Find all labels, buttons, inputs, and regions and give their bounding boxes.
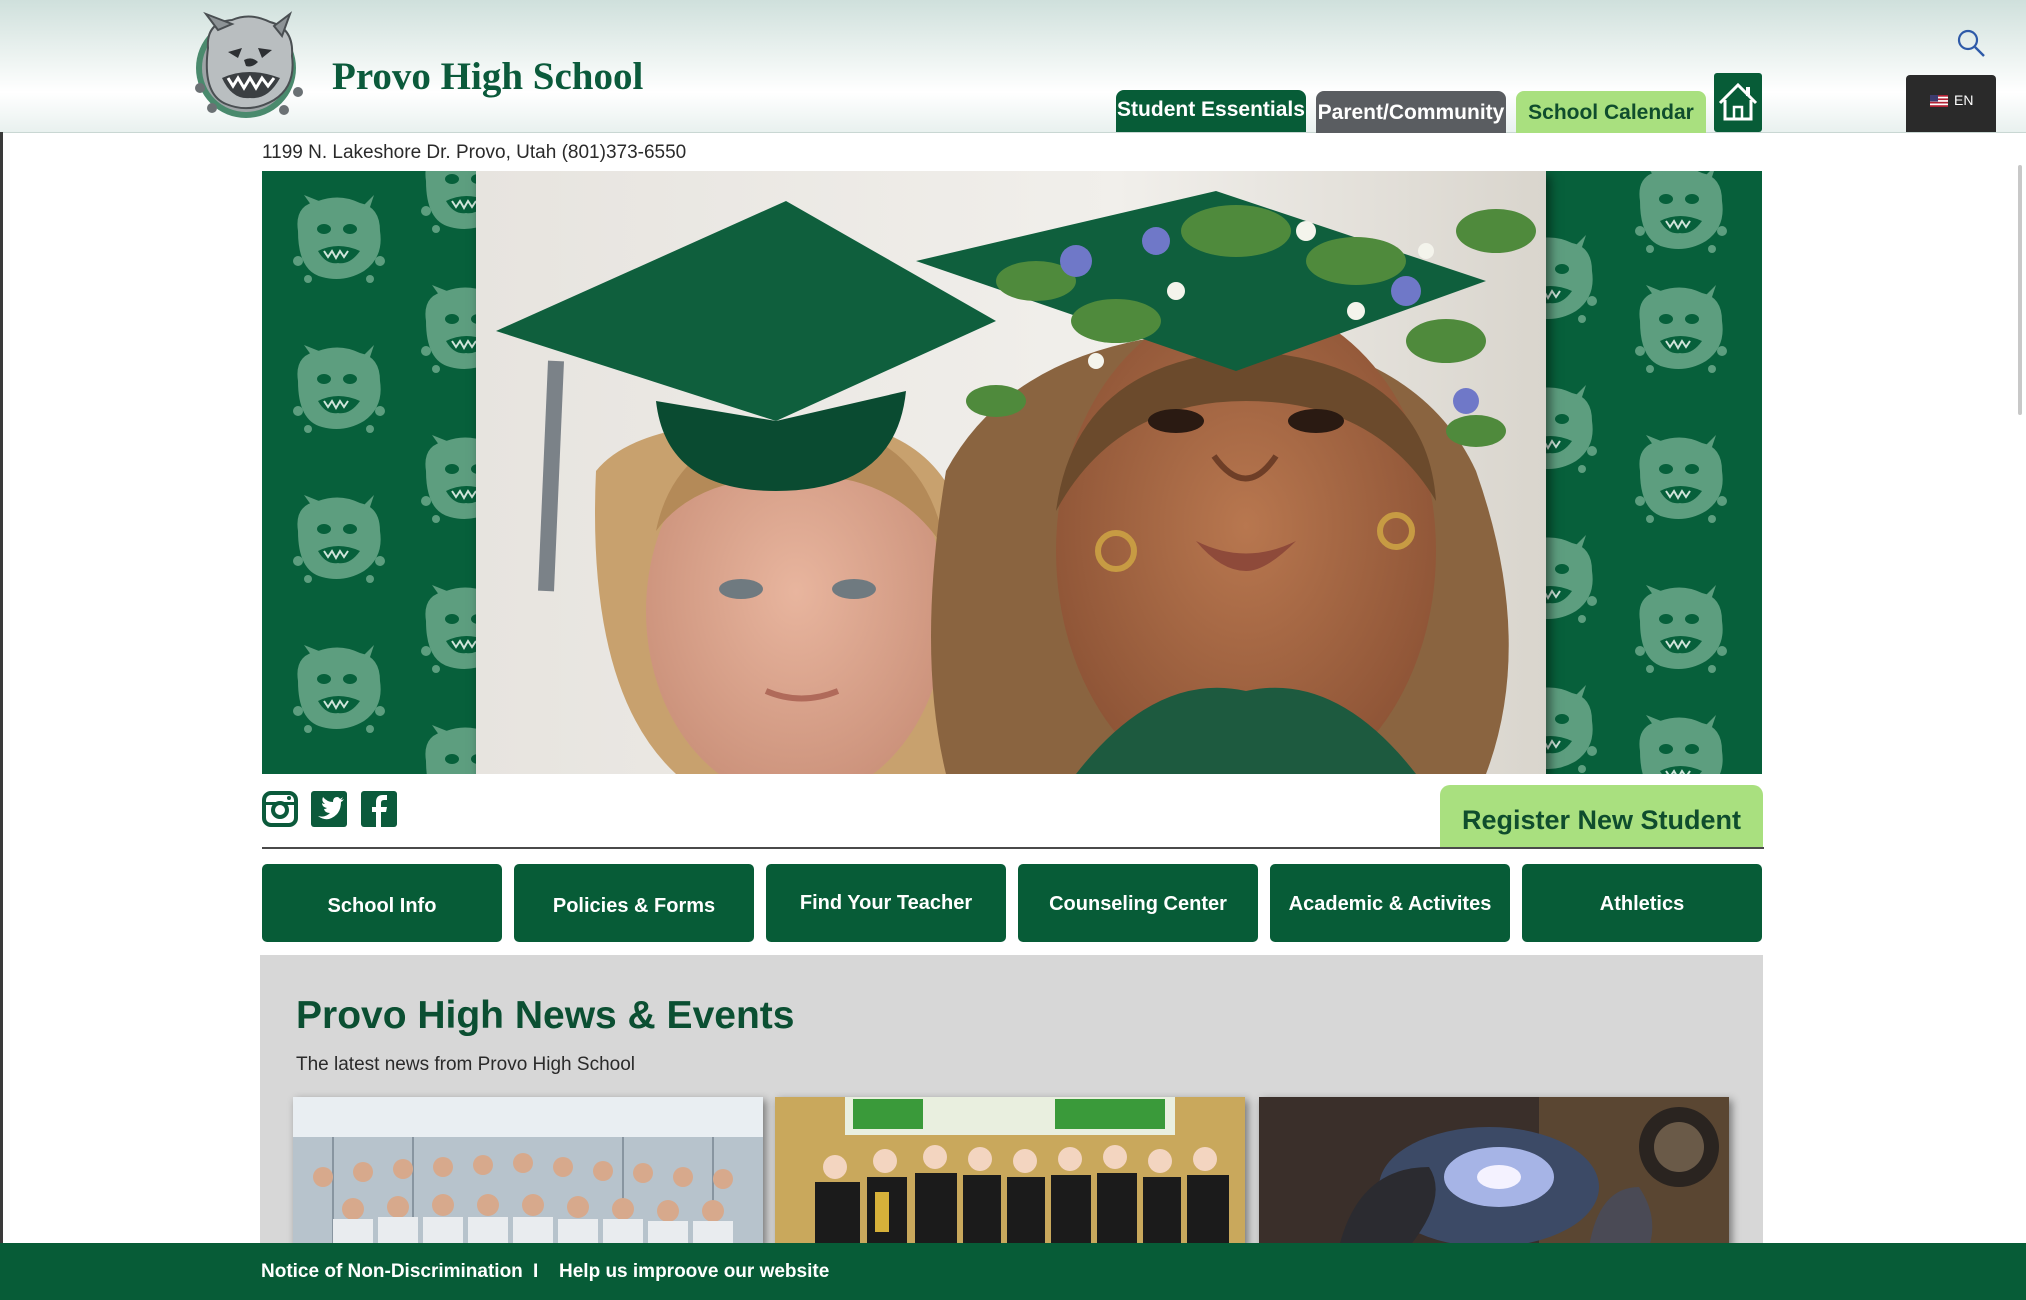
quick-link-athletics[interactable]: Athletics [1522, 864, 1762, 942]
scrollbar-thumb[interactable] [2018, 165, 2022, 415]
school-address: 1199 N. Lakeshore Dr. Provo, Utah (801)3… [262, 142, 687, 163]
bulldog-pattern-right [1546, 171, 1728, 774]
nav-tab-student-essentials[interactable]: Student Essentials [1116, 90, 1306, 132]
quick-link-academic-activities[interactable]: Academic & Activites [1270, 864, 1510, 942]
news-subheading: The latest news from Provo High School [296, 1054, 635, 1075]
news-card-welding[interactable] [1259, 1097, 1729, 1247]
footer-link-feedback[interactable]: Help us improove our website [559, 1261, 829, 1283]
bulldog-logo-icon[interactable] [188, 8, 310, 124]
quick-link-find-your-teacher[interactable]: Find Your Teacher [766, 864, 1006, 942]
facebook-icon[interactable] [361, 791, 397, 827]
home-icon [1718, 82, 1758, 121]
search-icon[interactable] [1955, 27, 1987, 59]
quick-link-school-info[interactable]: School Info [262, 864, 502, 942]
instagram-icon[interactable] [262, 791, 298, 827]
nav-tab-parent-community[interactable]: Parent/Community [1316, 91, 1506, 133]
language-selector[interactable]: EN [1906, 75, 1996, 132]
bulldog-pattern-left [292, 171, 476, 774]
news-card-dance-festival[interactable] [775, 1097, 1245, 1247]
footer-link-non-discrimination[interactable]: Notice of Non-Discrimination [261, 1261, 523, 1283]
twitter-icon[interactable] [311, 791, 347, 827]
site-title[interactable]: Provo High School [332, 54, 643, 99]
us-flag-icon [1930, 95, 1948, 107]
page-edge [0, 132, 3, 1243]
quick-link-policies-forms[interactable]: Policies & Forms [514, 864, 754, 942]
register-new-student-button[interactable]: Register New Student [1440, 785, 1763, 847]
quick-link-counseling-center[interactable]: Counseling Center [1018, 864, 1258, 942]
news-card-team-photo[interactable] [293, 1097, 763, 1247]
home-button[interactable] [1714, 73, 1762, 132]
nav-tab-school-calendar[interactable]: School Calendar [1516, 91, 1706, 133]
footer-separator: I [533, 1261, 539, 1282]
language-label: EN [1954, 92, 1974, 108]
news-heading: Provo High News & Events [296, 994, 795, 1037]
divider [262, 847, 1764, 849]
hero-banner [262, 171, 1762, 774]
footer-bar: Notice of Non-Discrimination I Help us i… [0, 1243, 2026, 1300]
graduation-photo [476, 171, 1546, 774]
